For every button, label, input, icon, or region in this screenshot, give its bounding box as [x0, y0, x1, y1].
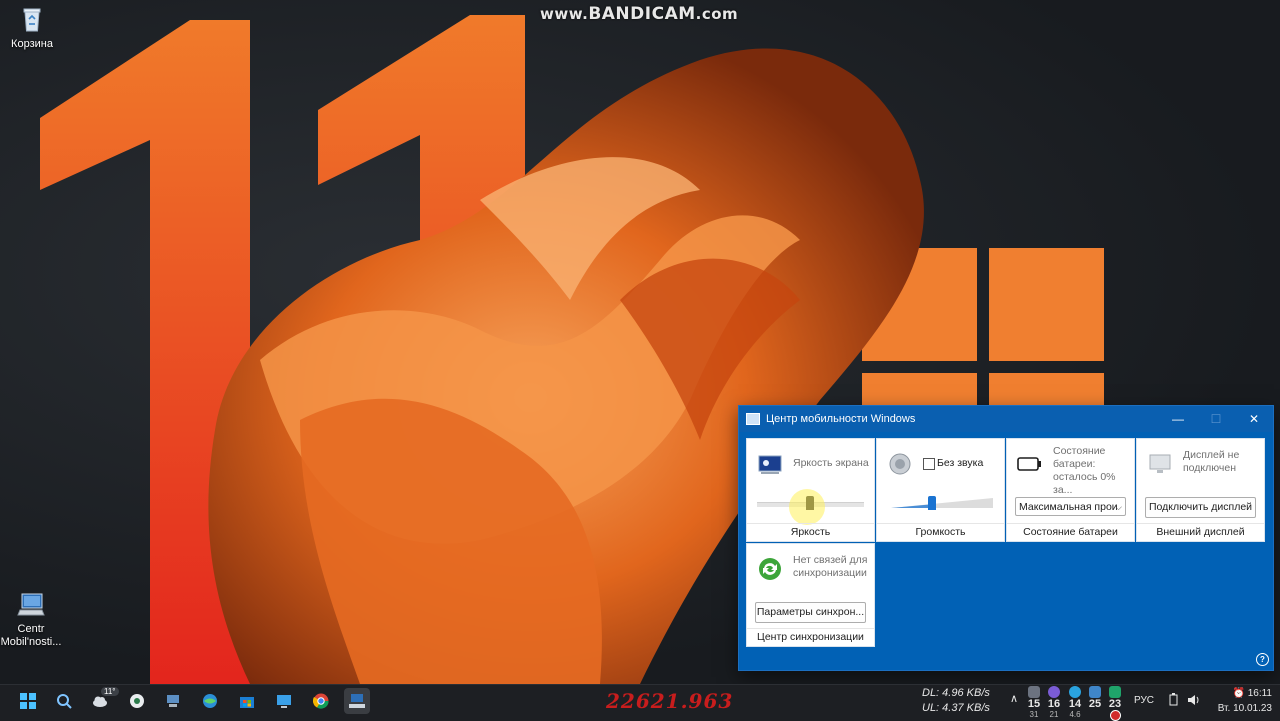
tile-volume: Без звука Громкость: [876, 438, 1005, 542]
chrome-icon: [313, 693, 329, 709]
power-plan-value: Максимальная прои: [1019, 501, 1118, 513]
mute-checkbox[interactable]: [923, 458, 935, 470]
taskbar-app-mobility-center[interactable]: [344, 688, 370, 714]
tray-value-bottom: 31: [1029, 710, 1039, 719]
telegram-icon: [1069, 686, 1081, 698]
start-button[interactable]: [15, 688, 41, 714]
help-icon[interactable]: ?: [1256, 653, 1269, 666]
time-text: 16:11: [1247, 688, 1272, 699]
system-tray-icons[interactable]: [1168, 693, 1214, 707]
watermark-brand: BANDICAM: [588, 4, 696, 24]
taskbar-app-chrome[interactable]: [308, 688, 334, 714]
tray-item-1[interactable]: 15 31: [1025, 686, 1043, 720]
tray-item-5[interactable]: 23: [1106, 686, 1124, 721]
volume-footer: Громкость: [877, 523, 1004, 541]
bandicam-watermark: www.BANDICAM.com: [540, 4, 738, 24]
taskbar-app-store[interactable]: [234, 688, 260, 714]
download-speed: DL: 4.96 KB/s: [922, 687, 990, 699]
sync-center-icon: [759, 558, 781, 580]
desktop-icon-mobility-center[interactable]: Centr Mobil'nosti...: [0, 590, 66, 649]
recycle-bin-icon: [23, 8, 41, 32]
display-footer: Внешний дисплей: [1137, 523, 1264, 541]
battery-status-label: Состояние батареи: осталось 0% за...: [1053, 445, 1116, 496]
tile-sync-center: Нет связей для синхронизации Параметры с…: [746, 543, 875, 647]
cursor-highlight: [789, 489, 825, 525]
tray-item-3[interactable]: 14 4.6: [1066, 686, 1084, 720]
sync-settings-button[interactable]: Параметры синхрон...: [755, 602, 866, 623]
taskbar-app-camera[interactable]: [124, 688, 150, 714]
mobility-center-window: Центр мобильности Windows — ☐ ✕ Яркость …: [738, 405, 1274, 671]
alarm-clock-icon: ⏰: [1232, 688, 1245, 699]
tray-value-top: 25: [1088, 698, 1102, 710]
monitor-icon: [277, 695, 291, 708]
battery-footer: Состояние батареи: [1007, 523, 1134, 541]
mobility-center-icon: [349, 694, 365, 708]
volume-slider-thumb[interactable]: [928, 496, 936, 510]
taskbar-app-network[interactable]: [160, 688, 186, 714]
globe-icon: [203, 694, 217, 708]
speaker-icon: [889, 453, 911, 475]
battery-icon: [1017, 457, 1041, 471]
sync-status-label: Нет связей для синхронизации: [793, 554, 868, 579]
search-button[interactable]: [51, 688, 77, 714]
window-title: Центр мобильности Windows: [766, 413, 916, 425]
tray-value-top: 23: [1108, 698, 1122, 710]
external-display-icon: [1149, 454, 1171, 473]
taskbar-app-desktop[interactable]: [271, 688, 297, 714]
sync-footer: Центр синхронизации: [747, 628, 874, 646]
desktop-icon-recycle-bin[interactable]: Корзина: [0, 5, 67, 50]
brightness-footer: Яркость: [747, 523, 874, 541]
taskbar-app-globe[interactable]: [197, 688, 223, 714]
display-status-label: Дисплей не подключен: [1183, 449, 1240, 474]
viber-icon: [1048, 686, 1060, 698]
maximize-button[interactable]: ☐: [1197, 412, 1235, 426]
tile-battery: Состояние батареи: осталось 0% за... Мак…: [1006, 438, 1135, 542]
close-button[interactable]: ✕: [1235, 412, 1273, 426]
windows-logo-icon: [20, 693, 36, 709]
network-computer-icon: [167, 695, 179, 707]
volume-slider-track[interactable]: [891, 496, 993, 510]
tile-external-display: Дисплей не подключен Подключить дисплей …: [1136, 438, 1265, 542]
battery-tray-icon: [1169, 693, 1178, 706]
build-number-overlay: 22621.963: [606, 689, 734, 713]
window-titlebar[interactable]: Центр мобильности Windows — ☐ ✕: [739, 406, 1273, 432]
tray-value-bottom: 4.6: [1069, 710, 1081, 719]
clock-date: Вт. 10.01.23: [1217, 703, 1272, 714]
desktop-icon-label: Корзина: [11, 38, 53, 50]
power-plan-select[interactable]: Максимальная прои ⌵: [1015, 497, 1126, 516]
mobility-center-icon: [17, 593, 45, 616]
connect-display-button[interactable]: Подключить дисплей: [1145, 497, 1256, 518]
clock-time: ⏰ 16:11: [1210, 686, 1272, 701]
language-indicator[interactable]: РУС: [1134, 695, 1154, 706]
weather-temperature: 11°: [101, 687, 119, 696]
taskbar-clock[interactable]: ⏰ 16:11 Вт. 10.01.23: [1210, 686, 1272, 716]
security-icon: [1109, 686, 1121, 698]
store-icon: [240, 697, 254, 708]
cpu-monitor-icon: [1028, 686, 1040, 698]
show-hidden-icons-chevron[interactable]: ∧: [1010, 692, 1018, 705]
network-speed-meter: DL: 4.96 KB/s UL: 4.37 KB/s: [922, 686, 990, 716]
chevron-down-icon: ⌵: [1115, 502, 1122, 512]
display-brightness-icon: [758, 455, 782, 474]
tray-value-top: 14: [1068, 698, 1082, 710]
camera-icon: [130, 694, 144, 708]
window-app-icon: [746, 413, 760, 425]
upload-speed: UL: 4.37 KB/s: [922, 702, 990, 714]
record-icon: [1109, 710, 1121, 721]
tray-value-bottom: 21: [1049, 710, 1059, 719]
mute-checkbox-label: Без звука: [937, 457, 984, 469]
search-icon: [57, 694, 72, 709]
shield-icon: [1089, 686, 1101, 698]
watermark-suffix: .com: [695, 5, 739, 23]
brightness-label: Яркость экрана: [793, 457, 869, 469]
volume-tray-icon: [1188, 695, 1199, 705]
tray-item-2[interactable]: 16 21: [1045, 686, 1063, 720]
desktop-icon-label: Centr Mobil'nosti...: [0, 623, 62, 648]
minimize-button[interactable]: —: [1159, 412, 1197, 426]
tray-value-top: 15: [1027, 698, 1041, 710]
watermark-prefix: www.: [540, 5, 589, 23]
tile-brightness: Яркость экрана Яркость: [746, 438, 875, 542]
tray-value-top: 16: [1047, 698, 1061, 710]
tray-item-4[interactable]: 25: [1086, 686, 1104, 710]
